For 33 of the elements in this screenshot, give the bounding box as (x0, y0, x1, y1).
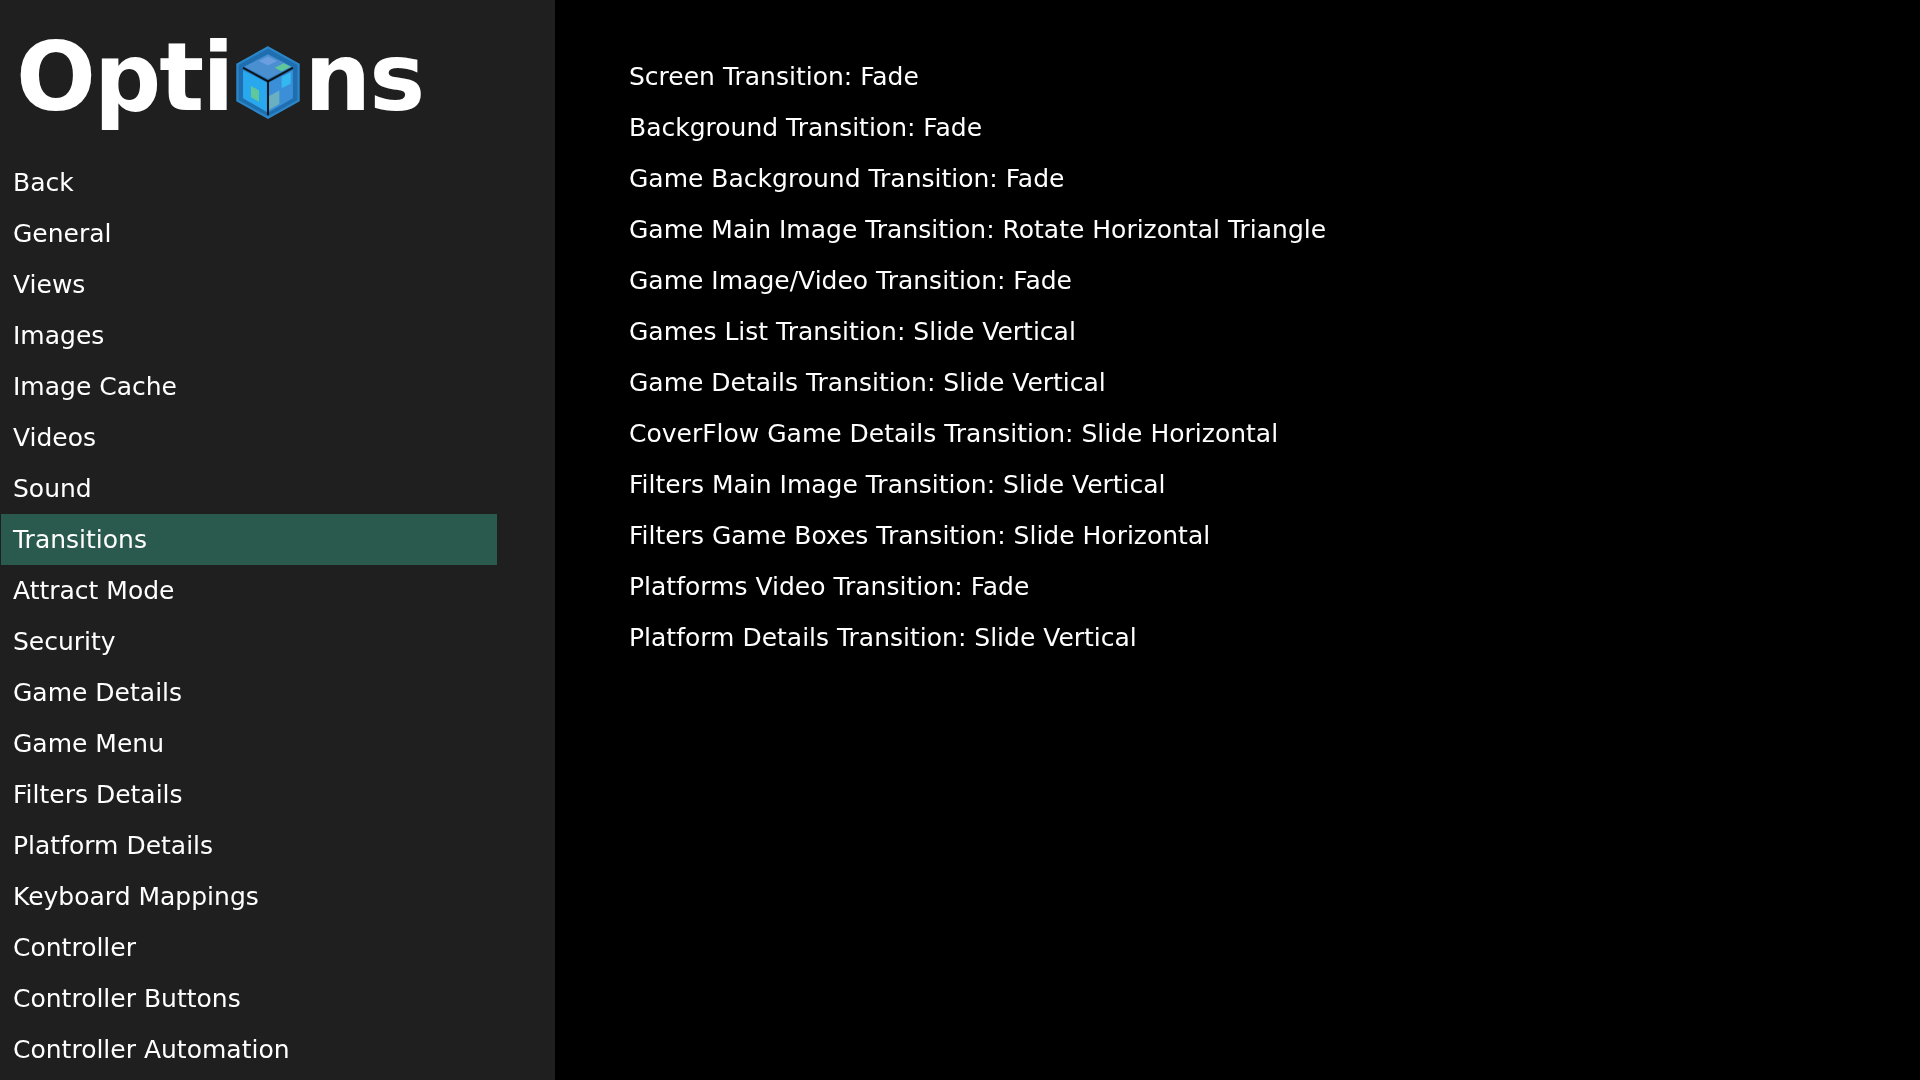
setting-item[interactable]: Games List Transition: Slide Vertical (629, 306, 1076, 357)
menu-item[interactable]: Controller Automation (1, 1024, 497, 1075)
menu-item[interactable]: Filters Details (1, 769, 497, 820)
setting-item[interactable]: Game Main Image Transition: Rotate Horizontal Triangle (629, 204, 1327, 255)
menu-item[interactable]: Game Details (1, 667, 497, 718)
logo-text: Opti (16, 22, 233, 135)
setting-item[interactable]: Background Transition: Fade (629, 102, 982, 153)
setting-item[interactable]: Game Image/Video Transition: Fade (629, 255, 1072, 306)
menu-item[interactable]: General (1, 208, 497, 259)
menu-item[interactable]: Image Cache (1, 361, 497, 412)
menu-item[interactable]: Sound (1, 463, 497, 514)
menu-item[interactable]: Game Menu (1, 718, 497, 769)
setting-item[interactable]: Platform Details Transition: Slide Vertical (629, 612, 1137, 663)
setting-item[interactable]: Game Background Transition: Fade (629, 153, 1065, 204)
setting-item[interactable]: Filters Main Image Transition: Slide Vertical (629, 459, 1166, 510)
setting-item[interactable]: Screen Transition: Fade (629, 51, 919, 102)
setting-item[interactable]: Platforms Video Transition: Fade (629, 561, 1030, 612)
menu-item[interactable]: Controller (1, 922, 497, 973)
menu-item[interactable]: Controller Buttons (1, 973, 497, 1024)
menu-item[interactable]: Images (1, 310, 497, 361)
menu-item[interactable]: Videos (1, 412, 497, 463)
menu-item[interactable]: Platform Details (1, 820, 497, 871)
menu-item[interactable]: Views (1, 259, 497, 310)
menu-item[interactable]: Keyboard Mappings (1, 871, 497, 922)
logo-text: ns (304, 22, 424, 135)
menu-item[interactable]: Attract Mode (1, 565, 497, 616)
setting-item[interactable]: Game Details Transition: Slide Vertical (629, 357, 1106, 408)
cube-icon (234, 45, 303, 120)
menu-item[interactable]: Back (1, 157, 497, 208)
menu-item[interactable]: Security (1, 616, 497, 667)
menu-item[interactable]: Transitions (1, 514, 497, 565)
setting-item[interactable]: CoverFlow Game Details Transition: Slide Horizontal (629, 408, 1279, 459)
setting-item[interactable]: Filters Game Boxes Transition: Slide Horizontal (629, 510, 1211, 561)
